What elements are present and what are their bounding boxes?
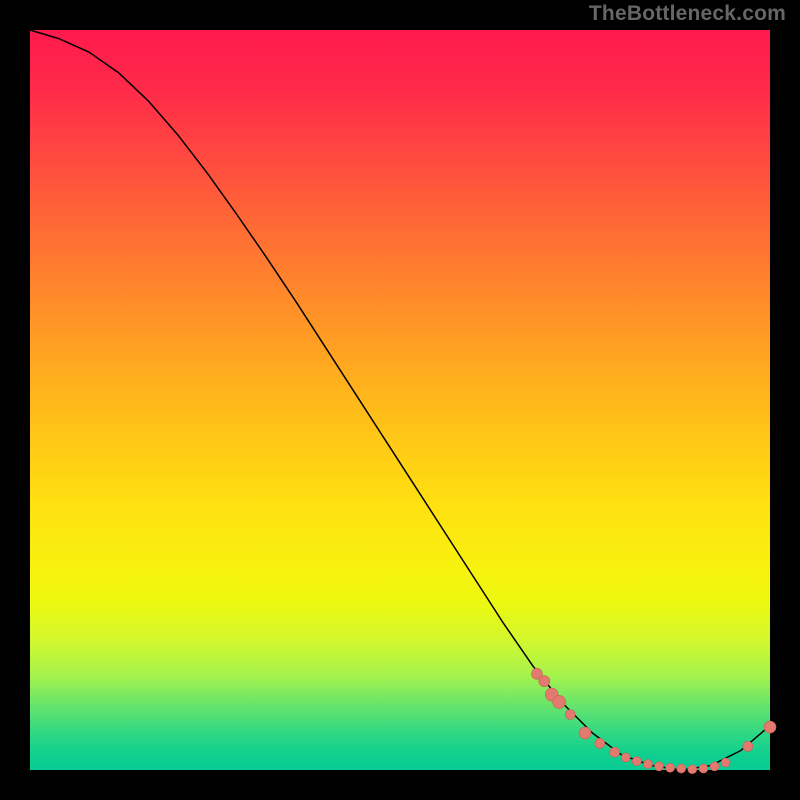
data-point [688, 765, 697, 774]
data-point [565, 710, 575, 720]
plot-area [30, 30, 770, 770]
data-point [677, 764, 686, 773]
data-point [643, 760, 652, 769]
data-point [666, 763, 675, 772]
data-point [721, 758, 730, 767]
data-point [539, 676, 550, 687]
data-point [579, 727, 591, 739]
chart-svg [30, 30, 770, 770]
data-point [632, 757, 641, 766]
chart-wrapper: TheBottleneck.com [0, 0, 800, 800]
watermark-label: TheBottleneck.com [589, 2, 786, 26]
data-point [621, 753, 630, 762]
data-point [743, 741, 753, 751]
data-point [710, 762, 719, 771]
data-point [595, 738, 605, 748]
data-point [655, 762, 664, 771]
data-points-group [531, 668, 776, 773]
data-point [764, 721, 776, 733]
data-point [553, 695, 566, 708]
bottleneck-curve [30, 30, 770, 770]
data-point [699, 764, 708, 773]
data-point [610, 747, 620, 757]
